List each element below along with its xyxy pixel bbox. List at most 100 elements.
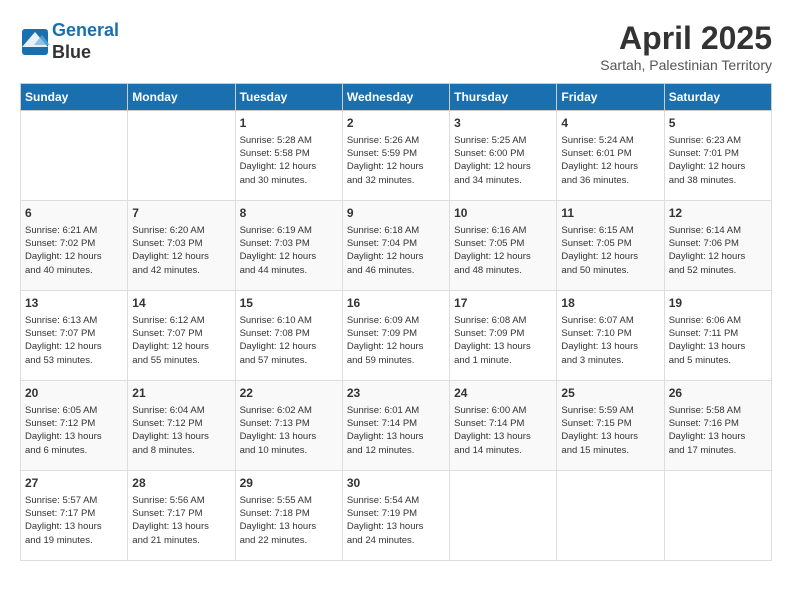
day-cell (557, 471, 664, 561)
day-number: 22 (240, 385, 338, 402)
day-info: Sunrise: 6:12 AM Sunset: 7:07 PM Dayligh… (132, 314, 230, 367)
day-number: 5 (669, 115, 767, 132)
day-cell: 9 Sunrise: 6:18 AM Sunset: 7:04 PM Daylig… (342, 201, 449, 291)
day-number: 3 (454, 115, 552, 132)
day-cell: 10 Sunrise: 6:16 AM Sunset: 7:05 PM Dayli… (450, 201, 557, 291)
day-cell: 28Sunrise: 5:56 AM Sunset: 7:17 PM Dayli… (128, 471, 235, 561)
day-info: Sunrise: 5:25 AM Sunset: 6:00 PM Dayligh… (454, 134, 552, 187)
day-number: 10 (454, 205, 552, 222)
day-cell: 26Sunrise: 5:58 AM Sunset: 7:16 PM Dayli… (664, 381, 771, 471)
day-info: Sunrise: 6:06 AM Sunset: 7:11 PM Dayligh… (669, 314, 767, 367)
day-info: Sunrise: 6:00 AM Sunset: 7:14 PM Dayligh… (454, 404, 552, 457)
day-cell: 19 Sunrise: 6:06 AM Sunset: 7:11 PM Dayli… (664, 291, 771, 381)
day-info: Sunrise: 6:10 AM Sunset: 7:08 PM Dayligh… (240, 314, 338, 367)
day-number: 21 (132, 385, 230, 402)
day-cell: 4 Sunrise: 5:24 AM Sunset: 6:01 PM Daylig… (557, 111, 664, 201)
day-cell: 23Sunrise: 6:01 AM Sunset: 7:14 PM Dayli… (342, 381, 449, 471)
day-info: Sunrise: 6:02 AM Sunset: 7:13 PM Dayligh… (240, 404, 338, 457)
title-block: April 2025 Sartah, Palestinian Territory (600, 20, 772, 73)
logo: General Blue (20, 20, 119, 63)
day-info: Sunrise: 6:21 AM Sunset: 7:02 PM Dayligh… (25, 224, 123, 277)
day-cell: 24Sunrise: 6:00 AM Sunset: 7:14 PM Dayli… (450, 381, 557, 471)
day-info: Sunrise: 6:07 AM Sunset: 7:10 PM Dayligh… (561, 314, 659, 367)
day-info: Sunrise: 6:04 AM Sunset: 7:12 PM Dayligh… (132, 404, 230, 457)
day-cell: 8 Sunrise: 6:19 AM Sunset: 7:03 PM Daylig… (235, 201, 342, 291)
day-info: Sunrise: 5:28 AM Sunset: 5:58 PM Dayligh… (240, 134, 338, 187)
month-title: April 2025 (600, 20, 772, 57)
calendar-table: SundayMondayTuesdayWednesdayThursdayFrid… (20, 83, 772, 561)
day-cell: 17 Sunrise: 6:08 AM Sunset: 7:09 PM Dayli… (450, 291, 557, 381)
dow-header-tuesday: Tuesday (235, 84, 342, 111)
logo-text: General Blue (52, 20, 119, 63)
day-cell: 14 Sunrise: 6:12 AM Sunset: 7:07 PM Dayli… (128, 291, 235, 381)
day-info: Sunrise: 6:13 AM Sunset: 7:07 PM Dayligh… (25, 314, 123, 367)
day-number: 13 (25, 295, 123, 312)
day-number: 9 (347, 205, 445, 222)
day-number: 7 (132, 205, 230, 222)
dow-header-friday: Friday (557, 84, 664, 111)
day-cell: 18 Sunrise: 6:07 AM Sunset: 7:10 PM Dayli… (557, 291, 664, 381)
day-cell: 5 Sunrise: 6:23 AM Sunset: 7:01 PM Daylig… (664, 111, 771, 201)
logo-icon (20, 27, 50, 57)
day-info: Sunrise: 6:15 AM Sunset: 7:05 PM Dayligh… (561, 224, 659, 277)
day-cell: 3 Sunrise: 5:25 AM Sunset: 6:00 PM Daylig… (450, 111, 557, 201)
day-cell: 12Sunrise: 6:14 AM Sunset: 7:06 PM Dayli… (664, 201, 771, 291)
day-info: Sunrise: 6:19 AM Sunset: 7:03 PM Dayligh… (240, 224, 338, 277)
day-number: 15 (240, 295, 338, 312)
week-row-1: 1 Sunrise: 5:28 AM Sunset: 5:58 PM Daylig… (21, 111, 772, 201)
day-number: 27 (25, 475, 123, 492)
day-info: Sunrise: 5:26 AM Sunset: 5:59 PM Dayligh… (347, 134, 445, 187)
day-number: 12 (669, 205, 767, 222)
day-info: Sunrise: 6:16 AM Sunset: 7:05 PM Dayligh… (454, 224, 552, 277)
page-header: General Blue April 2025 Sartah, Palestin… (20, 20, 772, 73)
dow-header-saturday: Saturday (664, 84, 771, 111)
day-info: Sunrise: 5:54 AM Sunset: 7:19 PM Dayligh… (347, 494, 445, 547)
day-number: 18 (561, 295, 659, 312)
day-number: 16 (347, 295, 445, 312)
day-number: 1 (240, 115, 338, 132)
day-info: Sunrise: 5:24 AM Sunset: 6:01 PM Dayligh… (561, 134, 659, 187)
day-number: 2 (347, 115, 445, 132)
day-cell (128, 111, 235, 201)
day-cell: 25 Sunrise: 5:59 AM Sunset: 7:15 PM Dayli… (557, 381, 664, 471)
day-number: 11 (561, 205, 659, 222)
day-cell: 20 Sunrise: 6:05 AM Sunset: 7:12 PM Dayli… (21, 381, 128, 471)
day-number: 20 (25, 385, 123, 402)
day-info: Sunrise: 6:18 AM Sunset: 7:04 PM Dayligh… (347, 224, 445, 277)
logo-blue: Blue (52, 42, 119, 64)
day-number: 19 (669, 295, 767, 312)
day-number: 25 (561, 385, 659, 402)
day-info: Sunrise: 6:23 AM Sunset: 7:01 PM Dayligh… (669, 134, 767, 187)
location-subtitle: Sartah, Palestinian Territory (600, 57, 772, 73)
day-cell: 27Sunrise: 5:57 AM Sunset: 7:17 PM Dayli… (21, 471, 128, 561)
week-row-4: 20 Sunrise: 6:05 AM Sunset: 7:12 PM Dayli… (21, 381, 772, 471)
day-cell: 15 Sunrise: 6:10 AM Sunset: 7:08 PM Dayli… (235, 291, 342, 381)
dow-header-monday: Monday (128, 84, 235, 111)
day-number: 6 (25, 205, 123, 222)
day-cell: 16 Sunrise: 6:09 AM Sunset: 7:09 PM Dayli… (342, 291, 449, 381)
day-number: 17 (454, 295, 552, 312)
day-info: Sunrise: 6:20 AM Sunset: 7:03 PM Dayligh… (132, 224, 230, 277)
day-cell: 22 Sunrise: 6:02 AM Sunset: 7:13 PM Dayli… (235, 381, 342, 471)
day-cell: 7 Sunrise: 6:20 AM Sunset: 7:03 PM Daylig… (128, 201, 235, 291)
day-info: Sunrise: 6:01 AM Sunset: 7:14 PM Dayligh… (347, 404, 445, 457)
day-info: Sunrise: 5:59 AM Sunset: 7:15 PM Dayligh… (561, 404, 659, 457)
day-number: 14 (132, 295, 230, 312)
day-info: Sunrise: 6:09 AM Sunset: 7:09 PM Dayligh… (347, 314, 445, 367)
dow-header-sunday: Sunday (21, 84, 128, 111)
day-number: 8 (240, 205, 338, 222)
day-cell: 11 Sunrise: 6:15 AM Sunset: 7:05 PM Dayli… (557, 201, 664, 291)
day-number: 30 (347, 475, 445, 492)
day-cell: 1 Sunrise: 5:28 AM Sunset: 5:58 PM Daylig… (235, 111, 342, 201)
day-cell: 13 Sunrise: 6:13 AM Sunset: 7:07 PM Dayli… (21, 291, 128, 381)
days-of-week-row: SundayMondayTuesdayWednesdayThursdayFrid… (21, 84, 772, 111)
week-row-3: 13 Sunrise: 6:13 AM Sunset: 7:07 PM Dayli… (21, 291, 772, 381)
day-info: Sunrise: 6:05 AM Sunset: 7:12 PM Dayligh… (25, 404, 123, 457)
day-number: 4 (561, 115, 659, 132)
day-info: Sunrise: 6:08 AM Sunset: 7:09 PM Dayligh… (454, 314, 552, 367)
week-row-5: 27Sunrise: 5:57 AM Sunset: 7:17 PM Dayli… (21, 471, 772, 561)
dow-header-thursday: Thursday (450, 84, 557, 111)
day-cell (664, 471, 771, 561)
logo-general: General (52, 20, 119, 40)
dow-header-wednesday: Wednesday (342, 84, 449, 111)
